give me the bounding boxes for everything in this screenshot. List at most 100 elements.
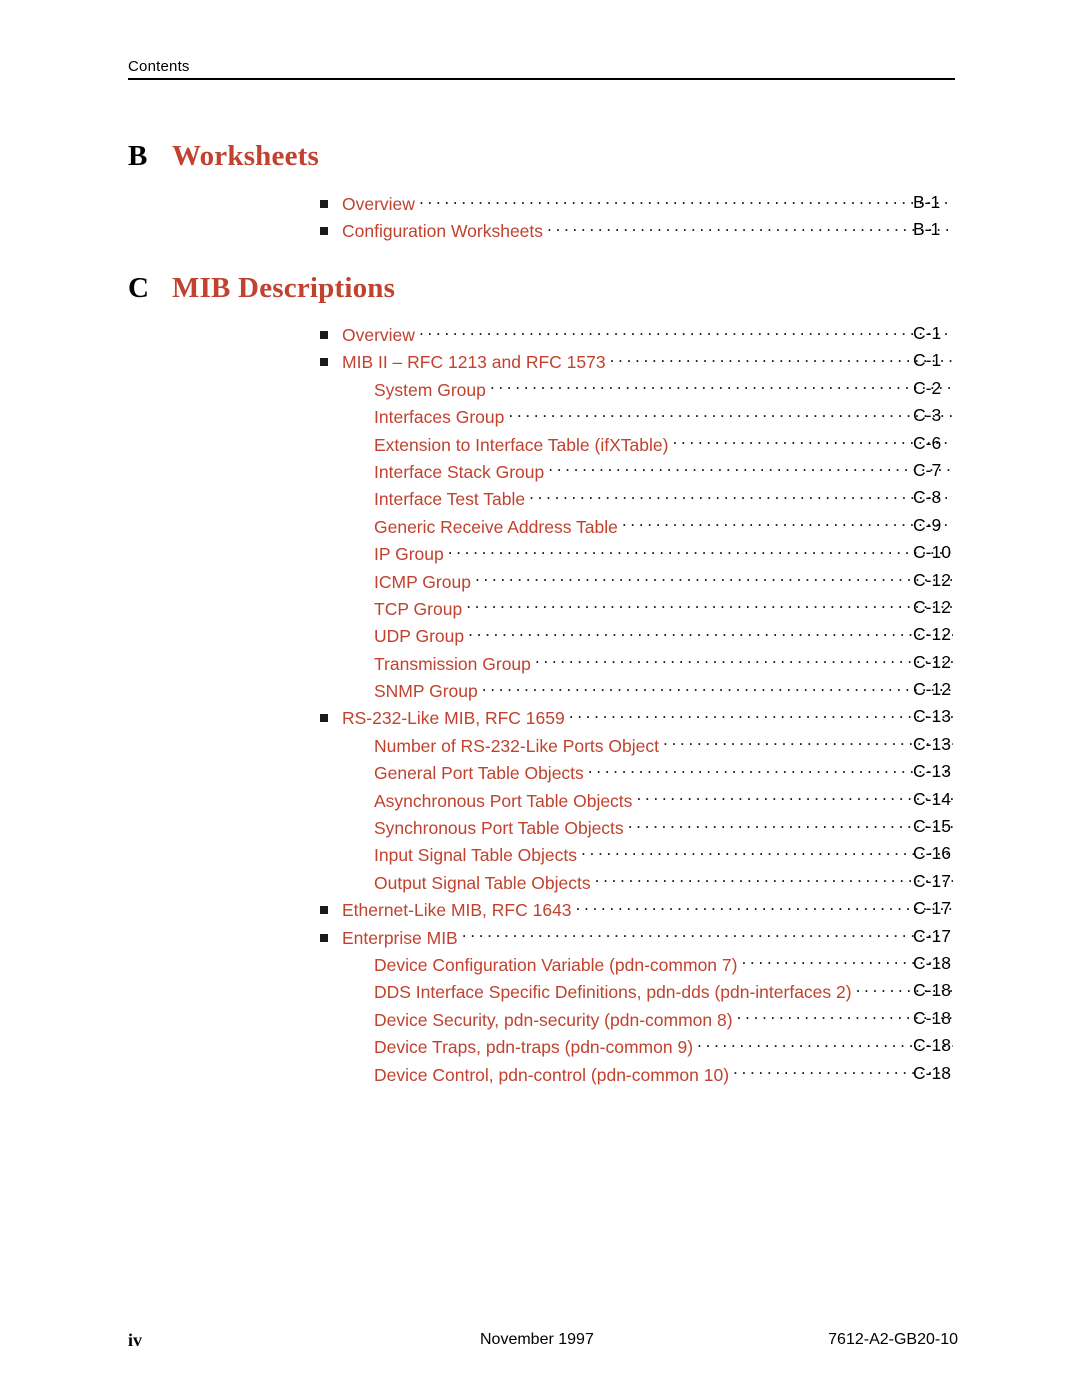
toc-entry-list: Overview................................…: [0, 323, 1080, 1090]
toc-entry-label: Generic Receive Address Table: [374, 516, 618, 537]
leader-dot-run: ........................................…: [466, 596, 953, 612]
leader-dots: ........................................…: [482, 679, 953, 697]
toc-entry[interactable]: Overview................................…: [0, 323, 1080, 350]
toc-entry[interactable]: Device Control, pdn-control (pdn-common …: [0, 1063, 1080, 1090]
leader-dots: ........................................…: [466, 597, 953, 615]
toc-entry[interactable]: Asynchronous Port Table Objects.........…: [0, 789, 1080, 816]
leader-dot-run: ........................................…: [594, 870, 953, 886]
toc-entry-page-number: C-7: [913, 459, 942, 480]
leader-dot-run: ........................................…: [461, 925, 953, 941]
toc-entry-label: Device Configuration Variable (pdn-commo…: [374, 954, 738, 975]
toc-entry-page-number: C-17: [913, 898, 951, 919]
toc-entry[interactable]: Generic Receive Address Table...........…: [0, 515, 1080, 542]
toc-entry[interactable]: SNMP Group..............................…: [0, 679, 1080, 706]
toc-entry-page-number: C-17: [913, 870, 951, 891]
toc-entry[interactable]: UDP Group...............................…: [0, 624, 1080, 651]
toc-entry[interactable]: Interface Stack Group...................…: [0, 460, 1080, 487]
leader-dots: ........................................…: [548, 460, 953, 478]
footer-document-number: 7612-A2-GB20-10: [828, 1331, 958, 1348]
toc-entry-label: Synchronous Port Table Objects: [374, 818, 624, 839]
leader-dots: ........................................…: [636, 789, 953, 807]
toc-entry-page-number: C-15: [913, 816, 951, 837]
toc-entry[interactable]: Device Security, pdn-security (pdn-commo…: [0, 1008, 1080, 1035]
toc-entry-label: General Port Table Objects: [374, 763, 584, 784]
toc-entry-label: Configuration Worksheets: [342, 221, 544, 242]
leader-dot-run: ........................................…: [627, 816, 953, 832]
toc-entry-page-number: C-1: [913, 323, 942, 343]
toc-entry[interactable]: Configuration Worksheets................…: [0, 219, 1080, 246]
square-bullet-icon: [320, 227, 328, 236]
square-bullet-icon: [320, 906, 328, 915]
toc-entry[interactable]: Ethernet-Like MIB, RFC 1643.............…: [0, 898, 1080, 925]
toc-entry[interactable]: Device Traps, pdn-traps (pdn-common 9)..…: [0, 1035, 1080, 1062]
toc-entry-page-number: C-3: [913, 405, 942, 426]
toc-entry[interactable]: TCP Group...............................…: [0, 597, 1080, 624]
toc-entry[interactable]: Overview................................…: [0, 192, 1080, 219]
toc-entry[interactable]: Transmission Group......................…: [0, 652, 1080, 679]
toc-entry[interactable]: ICMP Group..............................…: [0, 570, 1080, 597]
toc-entry-page-number: C-12: [913, 596, 951, 617]
chapter-letter: B: [128, 140, 148, 172]
toc-entry-page-number: C-17: [913, 925, 951, 946]
toc-entry-label: Interface Test Table: [374, 489, 526, 510]
toc-entry-page-number: B-1: [913, 192, 941, 212]
toc-entry-page-number: C-12: [913, 651, 951, 672]
leader-dot-run: ........................................…: [581, 843, 953, 859]
toc-entry-page-number: C-12: [913, 679, 951, 700]
toc-entry[interactable]: Interface Test Table....................…: [0, 487, 1080, 514]
leader-dots: ........................................…: [468, 624, 953, 642]
square-bullet-icon: [320, 933, 328, 942]
toc-entry[interactable]: General Port Table Objects..............…: [0, 761, 1080, 788]
toc-entry-label: Overview: [342, 325, 415, 345]
toc-entry[interactable]: Device Configuration Variable (pdn-commo…: [0, 953, 1080, 980]
footer-date: November 1997: [480, 1331, 594, 1348]
page-footer: iv November 1997 7612-A2-GB20-10: [128, 1330, 958, 1354]
toc-entry[interactable]: RS-232-Like MIB, RFC 1659...............…: [0, 706, 1080, 733]
toc-entry-label: UDP Group: [374, 626, 465, 647]
toc-entry[interactable]: System Group............................…: [0, 378, 1080, 405]
toc-entry[interactable]: Output Signal Table Objects.............…: [0, 871, 1080, 898]
toc-entry[interactable]: Number of RS-232-Like Ports Object......…: [0, 734, 1080, 761]
toc-entry-label: Device Security, pdn-security (pdn-commo…: [374, 1009, 733, 1030]
toc-entry-page-number: C-16: [913, 843, 951, 864]
footer-folio: iv: [128, 1330, 143, 1350]
leader-dot-run: ........................................…: [636, 788, 953, 804]
toc-page: Contents B Worksheets Overview............…: [0, 0, 1080, 1397]
leader-dot-run: ........................................…: [548, 459, 953, 475]
leader-dots: ........................................…: [628, 816, 953, 834]
toc-entry-label: Input Signal Table Objects: [374, 845, 578, 866]
leader-dots: ........................................…: [448, 542, 953, 560]
leader-dot-run: ........................................…: [534, 651, 953, 667]
leader-dots: ........................................…: [672, 433, 953, 451]
toc-entry-label: ICMP Group: [374, 571, 471, 592]
leader-dot-run: ........................................…: [621, 514, 953, 530]
leader-dots: ........................................…: [610, 350, 953, 368]
toc-entry[interactable]: Interfaces Group........................…: [0, 405, 1080, 432]
leader-dot-run: ........................................…: [468, 624, 953, 640]
chapter-letter: C: [128, 272, 149, 304]
toc-entry-page-number: C-18: [913, 980, 951, 1001]
toc-entry[interactable]: DDS Interface Specific Definitions, pdn-…: [0, 980, 1080, 1007]
leader-dots: ........................................…: [588, 761, 953, 779]
toc-entry-page-number: C-13: [913, 706, 951, 727]
toc-entry-label: Transmission Group: [374, 653, 531, 674]
toc-entry[interactable]: Enterprise MIB..........................…: [0, 926, 1080, 953]
toc-entry-list: Overview................................…: [0, 192, 1080, 247]
toc-entry-page-number: C-8: [913, 487, 942, 508]
toc-entry[interactable]: IP Group................................…: [0, 542, 1080, 569]
toc-entry-label: Ethernet-Like MIB, RFC 1643: [342, 900, 572, 921]
toc-entry-page-number: C-6: [913, 432, 942, 453]
toc-entry[interactable]: MIB II – RFC 1213 and RFC 1573..........…: [0, 350, 1080, 377]
toc-entry-page-number: C-2: [913, 377, 942, 398]
toc-entry-page-number: C-13: [913, 761, 951, 782]
chapter-heading: B Worksheets: [128, 140, 958, 173]
toc-entry[interactable]: Extension to Interface Table (ifXTable).…: [0, 433, 1080, 460]
toc-entry[interactable]: Synchronous Port Table Objects..........…: [0, 816, 1080, 843]
leader-dot-run: ........................................…: [672, 432, 953, 448]
chapter-title: Worksheets: [172, 140, 319, 172]
toc-entry-label: Overview: [342, 194, 415, 214]
toc-entry[interactable]: Input Signal Table Objects..............…: [0, 843, 1080, 870]
running-header: Contents: [128, 58, 955, 80]
toc-entry-page-number: C-18: [913, 1062, 951, 1083]
toc-entry-page-number: C-10: [913, 542, 951, 563]
